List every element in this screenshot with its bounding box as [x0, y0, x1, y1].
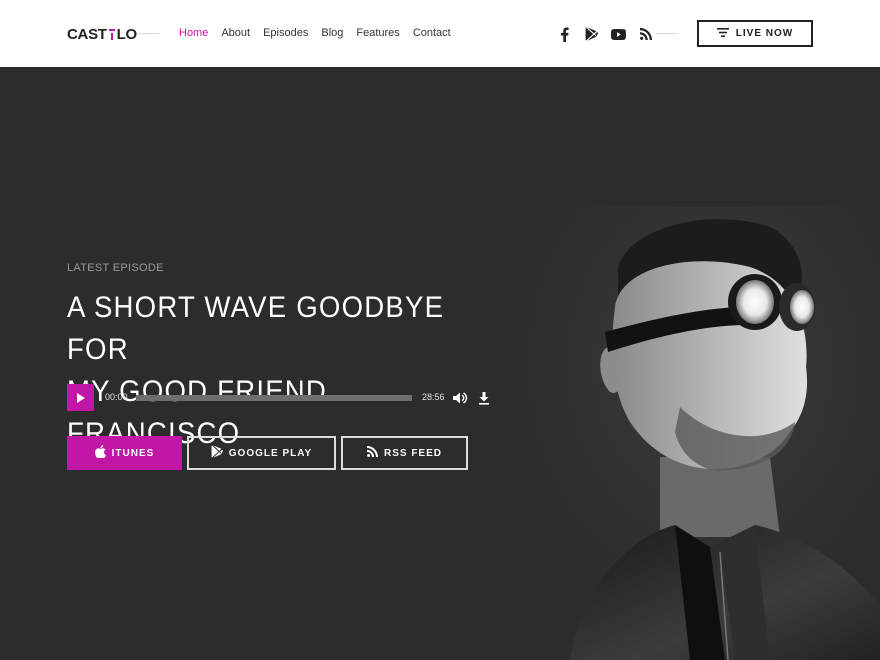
nav-item-episodes[interactable]: Episodes	[263, 26, 308, 41]
hero-section: LATEST EPISODE A SHORT WAVE GOODBYE FOR …	[0, 67, 880, 660]
play-button[interactable]	[67, 384, 94, 411]
site-header: CAST LO Home About Episodes Blog Feature…	[0, 0, 880, 67]
audio-player: 00:00 28:56	[67, 384, 492, 411]
google-play-button[interactable]: GOOGLE PLAY	[187, 436, 336, 470]
live-now-button[interactable]: LIVE NOW	[697, 20, 813, 47]
itunes-label: ITUNES	[111, 447, 155, 459]
rss-icon[interactable]	[632, 25, 659, 43]
nav-item-contact[interactable]: Contact	[413, 26, 451, 41]
subscribe-buttons: ITUNES GOOGLE PLAY RSS FEED	[67, 436, 468, 470]
latest-episode-label: LATEST EPISODE	[67, 262, 164, 274]
episode-title: A SHORT WAVE GOODBYE FOR MY GOOD FRIEND …	[67, 287, 453, 455]
logo-text-left: CAST	[67, 25, 107, 43]
google-play-label: GOOGLE PLAY	[228, 447, 313, 459]
logo-text-right: LO	[116, 25, 138, 43]
header-divider-right	[656, 33, 678, 34]
apple-icon	[94, 445, 106, 461]
header-divider-left	[139, 33, 159, 34]
rss-feed-label: RSS FEED	[383, 447, 442, 459]
nav-item-about[interactable]: About	[221, 26, 250, 41]
site-logo[interactable]: CAST LO	[67, 24, 137, 44]
play-icon	[76, 388, 85, 407]
live-now-label: LIVE NOW	[735, 28, 794, 39]
episode-title-line-1: A SHORT WAVE GOODBYE FOR	[67, 291, 445, 366]
youtube-icon[interactable]	[605, 25, 632, 43]
rss-feed-button[interactable]: RSS FEED	[341, 436, 468, 470]
social-links	[551, 25, 659, 43]
volume-icon[interactable]	[452, 390, 468, 406]
duration-time: 28:56	[422, 392, 445, 402]
download-icon[interactable]	[476, 390, 492, 406]
menu-lines-icon	[716, 27, 729, 40]
main-nav: Home About Episodes Blog Features Contac…	[179, 26, 451, 41]
facebook-icon[interactable]	[551, 25, 578, 43]
itunes-button[interactable]: ITUNES	[67, 436, 182, 470]
google-play-icon	[211, 445, 223, 461]
nav-item-home[interactable]: Home	[179, 26, 208, 41]
rss-icon	[366, 446, 378, 460]
nav-item-blog[interactable]: Blog	[321, 26, 343, 41]
hero-portrait-image	[510, 207, 880, 660]
microphone-icon	[108, 27, 115, 41]
google-play-icon[interactable]	[578, 25, 605, 43]
nav-item-features[interactable]: Features	[356, 26, 399, 41]
progress-track[interactable]	[136, 395, 412, 401]
current-time: 00:00	[105, 392, 128, 402]
